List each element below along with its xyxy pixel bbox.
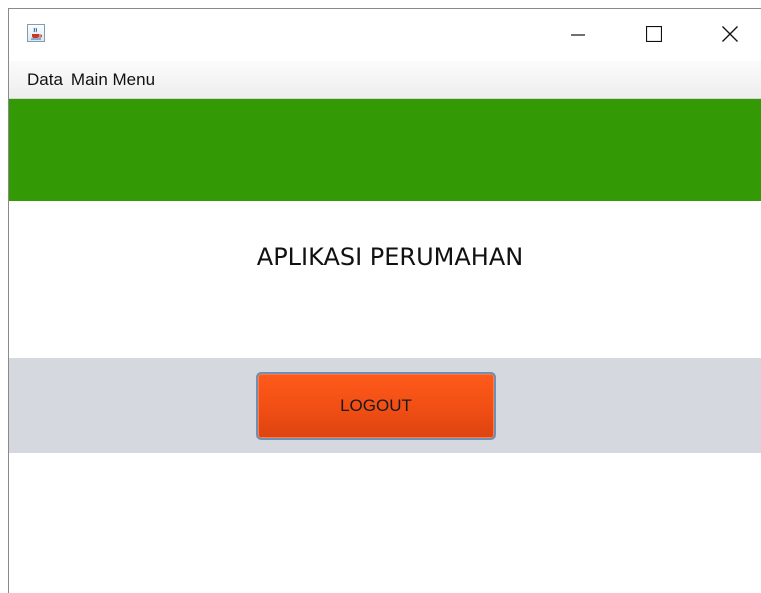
app-window: Data Main Menu APLIKASI PERUMAHAN LOGOUT — [8, 8, 761, 593]
maximize-button[interactable] — [631, 9, 677, 59]
minimize-icon — [571, 34, 585, 36]
action-panel: LOGOUT — [9, 358, 761, 453]
menu-bar: Data Main Menu — [9, 61, 761, 99]
maximize-icon — [646, 26, 662, 42]
close-button[interactable] — [707, 9, 753, 59]
header-banner — [9, 99, 761, 201]
close-icon — [722, 26, 738, 42]
java-cup-icon[interactable] — [27, 24, 45, 42]
title-bar[interactable] — [9, 9, 761, 61]
menu-main-menu[interactable]: Main Menu — [67, 61, 159, 99]
logout-button[interactable]: LOGOUT — [256, 372, 496, 440]
app-title: APLIKASI PERUMAHAN — [256, 243, 524, 271]
minimize-button[interactable] — [555, 9, 601, 59]
menu-data[interactable]: Data — [23, 61, 67, 99]
